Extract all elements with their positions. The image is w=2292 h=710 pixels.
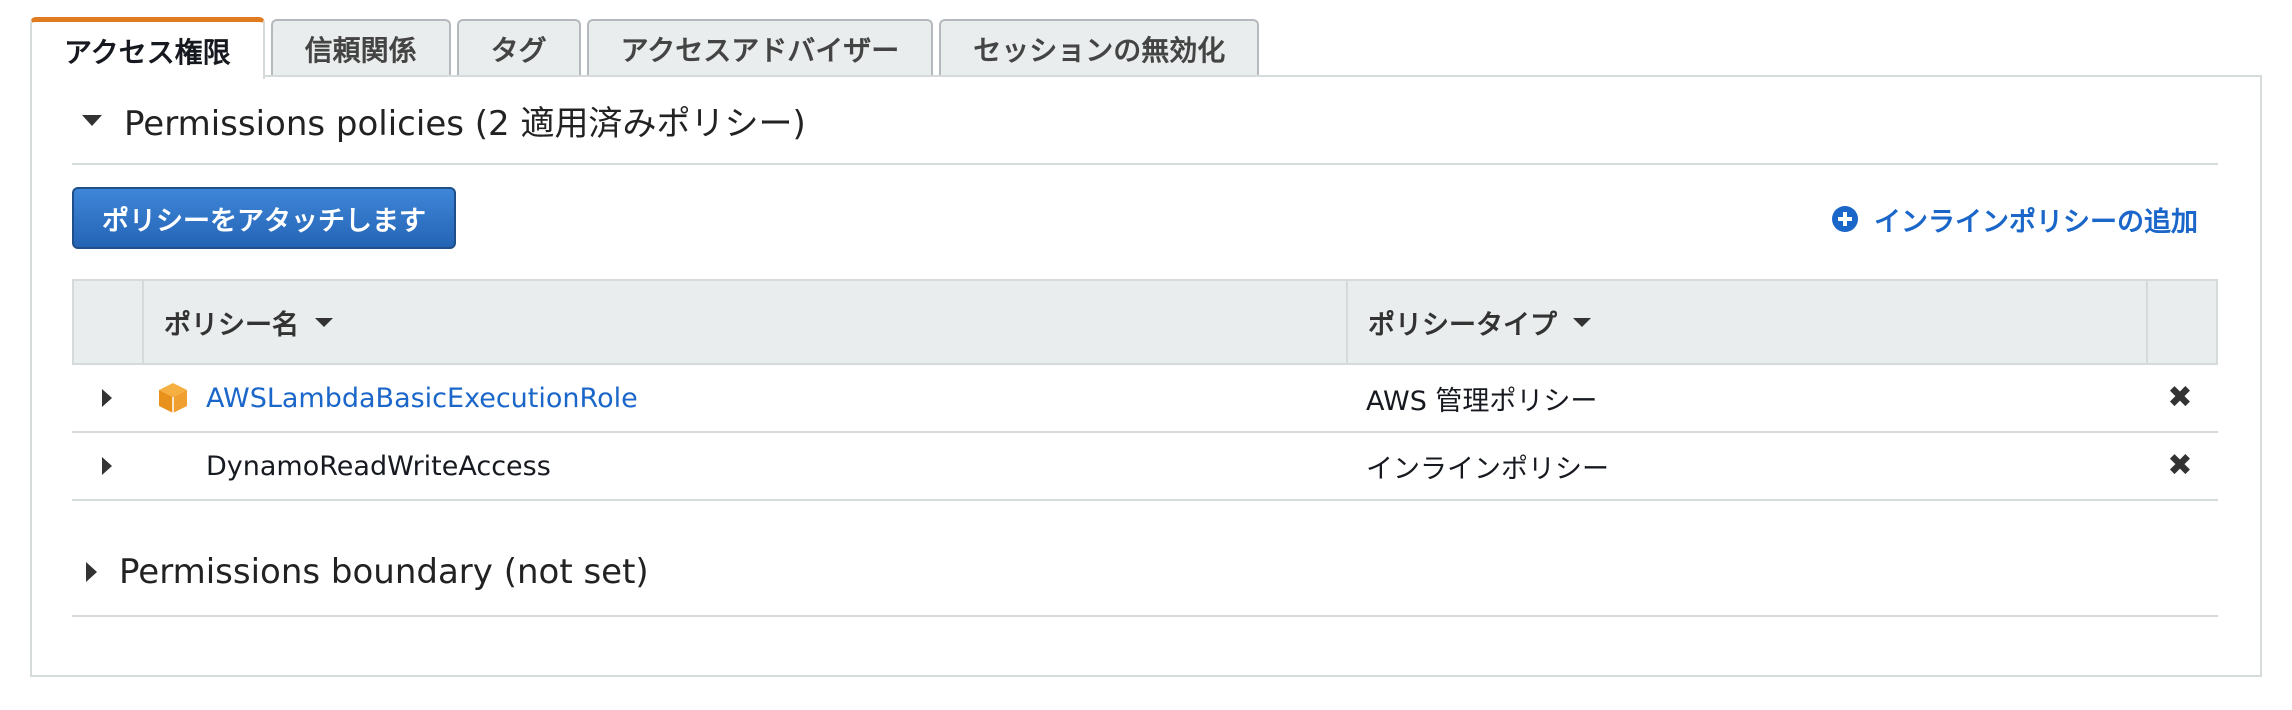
caret-down-icon bbox=[82, 114, 102, 126]
sort-down-icon bbox=[315, 317, 333, 327]
permissions-policies-title: Permissions policies (2 適用済みポリシー) bbox=[124, 103, 806, 144]
role-permissions-page: アクセス権限 信頼関係 タグ アクセスアドバイザー セッションの無効化 Perm… bbox=[0, 0, 2292, 710]
tab-trust-relationships[interactable]: 信頼関係 bbox=[270, 19, 451, 77]
aws-managed-policy-cube-icon bbox=[159, 383, 187, 413]
sort-down-icon bbox=[1573, 317, 1591, 327]
plus-circle-icon bbox=[1832, 206, 1858, 232]
tab-permissions[interactable]: アクセス権限 bbox=[30, 17, 265, 79]
header-remove-column bbox=[2148, 281, 2216, 363]
table-row: AWSLambdaBasicExecutionRole AWS 管理ポリシー ✖ bbox=[72, 365, 2218, 433]
close-icon: ✖ bbox=[2167, 448, 2193, 483]
policy-name-text: DynamoReadWriteAccess bbox=[206, 450, 551, 482]
caret-right-icon bbox=[102, 457, 112, 475]
tab-access-advisor[interactable]: アクセスアドバイザー bbox=[586, 19, 934, 77]
attach-policy-button[interactable]: ポリシーをアタッチします bbox=[72, 187, 456, 249]
remove-policy-button[interactable]: ✖ bbox=[2146, 451, 2214, 481]
tab-revoke-sessions[interactable]: セッションの無効化 bbox=[939, 19, 1260, 77]
column-header-policy-name[interactable]: ポリシー名 bbox=[144, 281, 1348, 363]
column-header-policy-type-label: ポリシータイプ bbox=[1368, 309, 1557, 341]
tab-tags[interactable]: タグ bbox=[456, 19, 581, 77]
expand-row-toggle[interactable] bbox=[72, 389, 142, 407]
tab-panel: Permissions policies (2 適用済みポリシー) ポリシーをア… bbox=[30, 75, 2262, 677]
policies-table: ポリシー名 ポリシータイプ AWSLambdaBasicExecutionRol… bbox=[72, 279, 2218, 501]
add-inline-policy-link[interactable]: インラインポリシーの追加 bbox=[1832, 197, 2198, 241]
close-icon: ✖ bbox=[2167, 380, 2193, 415]
policy-type-cell: インラインポリシー bbox=[1366, 453, 1609, 485]
permissions-boundary-title: Permissions boundary (not set) bbox=[119, 552, 649, 592]
caret-right-icon bbox=[86, 562, 97, 582]
tab-bar: アクセス権限 信頼関係 タグ アクセスアドバイザー セッションの無効化 bbox=[30, 15, 1265, 79]
expand-row-toggle[interactable] bbox=[72, 457, 142, 475]
column-header-policy-name-label: ポリシー名 bbox=[164, 309, 299, 341]
policy-type-cell: AWS 管理ポリシー bbox=[1366, 385, 1598, 417]
policy-name-cell: DynamoReadWriteAccess bbox=[142, 451, 1346, 482]
table-row: DynamoReadWriteAccess インラインポリシー ✖ bbox=[72, 433, 2218, 501]
permissions-boundary-header[interactable]: Permissions boundary (not set) bbox=[72, 529, 2218, 617]
add-inline-policy-label: インラインポリシーの追加 bbox=[1874, 206, 2198, 238]
header-expand-column bbox=[74, 281, 144, 363]
column-header-policy-type[interactable]: ポリシータイプ bbox=[1348, 281, 2148, 363]
permissions-policies-header[interactable]: Permissions policies (2 適用済みポリシー) bbox=[72, 77, 2218, 165]
table-header: ポリシー名 ポリシータイプ bbox=[72, 279, 2218, 365]
remove-policy-button[interactable]: ✖ bbox=[2146, 383, 2214, 413]
policy-name-link[interactable]: AWSLambdaBasicExecutionRole bbox=[206, 383, 638, 414]
policy-name-cell: AWSLambdaBasicExecutionRole bbox=[142, 381, 1346, 415]
caret-right-icon bbox=[102, 389, 112, 407]
